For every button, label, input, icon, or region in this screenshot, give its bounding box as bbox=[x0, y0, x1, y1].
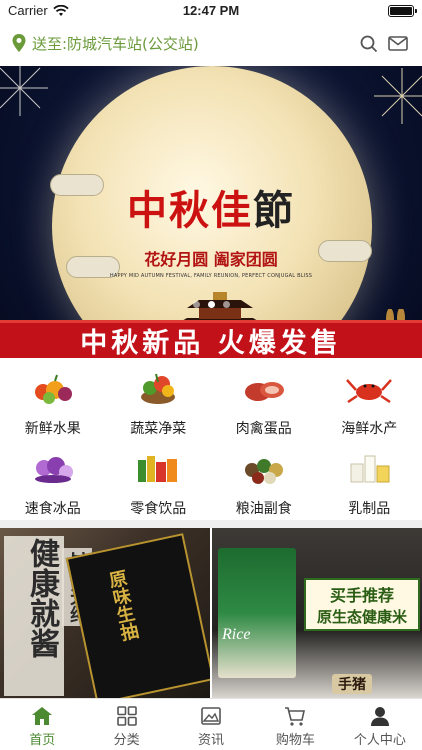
firework-left-icon bbox=[0, 66, 48, 116]
user-icon bbox=[370, 707, 389, 726]
category-label: 新鲜水果 bbox=[24, 421, 81, 437]
banner-subtitle: 花好月圆 阖家团圆 bbox=[144, 250, 278, 269]
category-frozen[interactable]: 速食冰品 bbox=[0, 442, 106, 520]
home-icon bbox=[32, 707, 53, 725]
tab-label: 个人中心 bbox=[353, 733, 406, 748]
banner-page-indicator bbox=[0, 301, 422, 308]
banner-dot[interactable] bbox=[222, 301, 230, 308]
promo-headline-1: 买手推荐 bbox=[329, 586, 394, 605]
category-grain[interactable]: 粮油副食 bbox=[211, 442, 317, 520]
meat-icon bbox=[244, 382, 284, 401]
mail-icon[interactable] bbox=[388, 36, 408, 51]
promo-tag: 手猪 bbox=[332, 674, 372, 694]
banner-english-text: HAPPY MID AUTUMN FESTIVAL, FAMILY REUNIO… bbox=[109, 273, 313, 279]
tab-news[interactable]: 资讯 bbox=[169, 699, 253, 750]
tab-label: 分类 bbox=[113, 733, 140, 748]
category-label: 蔬菜净菜 bbox=[130, 421, 187, 437]
tab-profile[interactable]: 个人中心 bbox=[338, 699, 422, 750]
search-icon[interactable] bbox=[360, 35, 378, 53]
banner-ribbon-text: 中秋新品 火爆发售 bbox=[80, 328, 342, 358]
delivery-address[interactable]: 送至:防城汽车站(公交站) bbox=[32, 33, 199, 54]
tab-label: 购物车 bbox=[275, 733, 315, 748]
grain-icon bbox=[244, 459, 283, 484]
promo-headline-2: 原生态健康米 bbox=[316, 608, 407, 626]
category-snacks[interactable]: 零食饮品 bbox=[106, 442, 212, 520]
cart-icon bbox=[285, 707, 306, 726]
location-bar: 送至:防城汽车站(公交站) bbox=[0, 28, 422, 60]
seafood-icon bbox=[346, 379, 393, 404]
category-label: 海鲜水产 bbox=[341, 421, 398, 437]
status-bar: Carrier 12:47 PM bbox=[0, 0, 422, 22]
snack-icon bbox=[138, 456, 178, 482]
tab-label: 首页 bbox=[29, 733, 56, 748]
banner-dot-active[interactable] bbox=[207, 301, 215, 308]
ice-cream-icon bbox=[34, 457, 73, 483]
fruit-icon bbox=[34, 374, 72, 404]
tab-cart[interactable]: 购物车 bbox=[253, 699, 337, 750]
promo-card-rice[interactable]: Rice 买手推荐 原生态健康米 手猪 bbox=[212, 528, 422, 698]
category-label: 肉禽蛋品 bbox=[235, 421, 292, 437]
section-divider bbox=[0, 520, 422, 528]
promo-section: 健康就酱 180天纯 原味生抽 Rice 买手推荐 原生态健康米 手猪 bbox=[0, 528, 422, 698]
banner-dot[interactable] bbox=[192, 301, 200, 308]
banner-title-main: 中秋佳 bbox=[127, 187, 253, 234]
category-label: 乳制品 bbox=[348, 501, 391, 517]
vegetable-icon bbox=[141, 373, 176, 404]
battery-fill bbox=[390, 7, 412, 15]
news-icon bbox=[201, 707, 221, 725]
battery-icon bbox=[388, 5, 417, 17]
location-pin-icon bbox=[12, 34, 26, 52]
category-seafood[interactable]: 海鲜水产 bbox=[317, 362, 422, 442]
category-label: 速食冰品 bbox=[24, 501, 81, 517]
category-vegetable[interactable]: 蔬菜净菜 bbox=[106, 362, 212, 442]
tab-label: 资讯 bbox=[198, 733, 225, 748]
firework-right-icon bbox=[374, 68, 422, 124]
promo-card-soy-sauce[interactable]: 健康就酱 180天纯 原味生抽 bbox=[0, 528, 210, 698]
banner-title: 中秋佳節 bbox=[0, 178, 422, 236]
bottom-tab-bar: 首页 分类 资讯 购物车 个人中心 bbox=[0, 698, 422, 750]
banner-ribbon: 中秋新品 火爆发售 bbox=[0, 320, 422, 358]
category-grid: 新鲜水果 蔬菜净菜 肉禽蛋品 海鲜水产 速食冰品 零食饮品 粮油副食 乳制品 bbox=[0, 362, 422, 520]
category-meat[interactable]: 肉禽蛋品 bbox=[211, 362, 317, 442]
category-label: 粮油副食 bbox=[235, 501, 292, 517]
rice-bag: Rice bbox=[218, 548, 296, 678]
banner-title-tail: 節 bbox=[253, 187, 295, 234]
grid-icon bbox=[116, 706, 137, 726]
status-time: 12:47 PM bbox=[182, 3, 240, 18]
promo-box-text: 原味生抽 bbox=[104, 567, 141, 643]
soy-sauce-box: 原味生抽 bbox=[65, 533, 210, 698]
rice-bag-label: Rice bbox=[222, 626, 251, 643]
tab-home[interactable]: 首页 bbox=[0, 699, 84, 750]
category-label: 零食饮品 bbox=[130, 501, 187, 517]
category-fruit[interactable]: 新鲜水果 bbox=[0, 362, 106, 442]
dairy-icon bbox=[350, 455, 390, 483]
promo-vertical-text: 健康就酱 bbox=[4, 536, 64, 696]
tab-category[interactable]: 分类 bbox=[84, 699, 168, 750]
promo-banner[interactable]: 中秋佳節 花好月圆 阖家团圆 HAPPY MID AUTUMN FESTIVAL… bbox=[0, 66, 422, 358]
category-dairy[interactable]: 乳制品 bbox=[317, 442, 422, 520]
promo-headline: 买手推荐 原生态健康米 bbox=[304, 578, 420, 631]
